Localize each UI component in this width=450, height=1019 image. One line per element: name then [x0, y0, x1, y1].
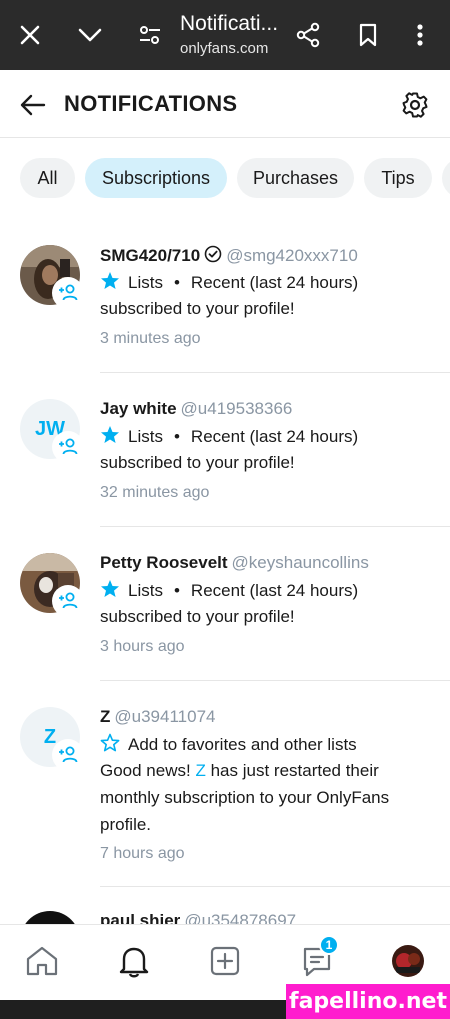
- user-name[interactable]: Petty Roosevelt: [100, 553, 228, 572]
- user-name[interactable]: SMG420/710: [100, 246, 200, 265]
- watermark: fapellino.net: [286, 984, 450, 1019]
- user-link[interactable]: Z: [195, 761, 205, 780]
- tab-all[interactable]: All: [20, 158, 75, 198]
- back-arrow-icon[interactable]: [16, 88, 50, 122]
- more-vertical-icon[interactable]: [400, 15, 440, 55]
- tab-subscriptions[interactable]: Subscriptions: [85, 158, 227, 198]
- user-handle[interactable]: @keyshauncollins: [232, 553, 369, 572]
- tab-more-partial[interactable]: [442, 158, 450, 198]
- notification-time: 3 hours ago: [100, 638, 185, 655]
- list-detail: Recent (last 24 hours): [190, 581, 359, 600]
- user-name[interactable]: Z: [100, 707, 110, 726]
- notification-text: subscribed to your profile!: [100, 453, 295, 472]
- bookmark-icon[interactable]: [348, 15, 388, 55]
- tune-icon[interactable]: [130, 15, 170, 55]
- lists-label: Lists: [128, 273, 163, 292]
- browser-toolbar: Notificati... onlyfans.com: [0, 0, 450, 70]
- subscriber-icon: [52, 585, 84, 617]
- tab-purchases[interactable]: Purchases: [237, 158, 354, 198]
- verified-icon: [204, 245, 222, 268]
- notification-item[interactable]: Z Z @u39411074 Add to favorites and other…: [0, 692, 450, 887]
- avatar[interactable]: [20, 911, 80, 924]
- divider: [100, 526, 450, 527]
- subscriber-icon: [52, 431, 84, 463]
- user-name[interactable]: Jay white: [100, 399, 177, 418]
- page-header: NOTIFICATIONS: [0, 70, 450, 138]
- user-handle[interactable]: @smg420xxx710: [226, 246, 358, 265]
- add-to-lists-row[interactable]: Add to favorites and other lists: [100, 733, 357, 757]
- notification-item[interactable]: JW Jay white @u419538366 Lists • Recent (…: [0, 384, 450, 529]
- list-row[interactable]: Lists • Recent (last 24 hours): [100, 271, 358, 295]
- add-to-lists-label: Add to favorites and other lists: [128, 735, 357, 754]
- add-post-icon[interactable]: [203, 939, 247, 983]
- star-filled-icon: [100, 425, 128, 449]
- notification-time: 32 minutes ago: [100, 484, 210, 501]
- profile-avatar[interactable]: [386, 939, 430, 983]
- divider: [100, 680, 450, 681]
- subscriber-icon: [52, 739, 84, 771]
- list-row[interactable]: Lists • Recent (last 24 hours): [100, 425, 358, 449]
- notification-item[interactable]: paul shier @u354878697: [0, 896, 450, 924]
- notification-filter-tabs: All Subscriptions Purchases Tips: [0, 138, 450, 220]
- subscriber-icon: [52, 277, 84, 309]
- messages-badge: 1: [319, 935, 339, 955]
- page-title: NOTIFICATIONS: [64, 91, 238, 116]
- user-handle[interactable]: @u354878697: [184, 911, 296, 924]
- share-icon[interactable]: [288, 15, 328, 55]
- browser-page-title[interactable]: Notificati...: [180, 12, 278, 36]
- notification-text: subscribed to your profile!: [100, 607, 295, 626]
- notification-time: 3 minutes ago: [100, 330, 201, 347]
- divider: [100, 886, 450, 887]
- notification-time: 7 hours ago: [100, 845, 185, 862]
- home-icon[interactable]: [20, 939, 64, 983]
- list-detail: Recent (last 24 hours): [190, 427, 359, 446]
- divider: [100, 372, 450, 373]
- messages-icon[interactable]: 1: [295, 935, 339, 983]
- list-row[interactable]: Lists • Recent (last 24 hours): [100, 579, 358, 603]
- notification-text: subscribed to your profile!: [100, 299, 295, 318]
- bell-icon[interactable]: [112, 939, 156, 983]
- star-filled-icon: [100, 579, 128, 603]
- star-outline-icon: [100, 733, 128, 757]
- list-detail: Recent (last 24 hours): [190, 273, 359, 292]
- gear-icon[interactable]: [398, 88, 432, 122]
- star-filled-icon: [100, 271, 128, 295]
- chevron-down-icon[interactable]: [70, 15, 110, 55]
- notification-item[interactable]: Petty Roosevelt @keyshauncollins Lists • …: [0, 538, 450, 683]
- notification-text: Good news! Z has just restarted their mo…: [100, 761, 390, 834]
- user-handle[interactable]: @u419538366: [181, 399, 293, 418]
- browser-domain[interactable]: onlyfans.com: [180, 40, 268, 57]
- notification-item[interactable]: SMG420/710 @smg420xxx710 Lists • Recent (…: [0, 230, 450, 375]
- close-icon[interactable]: [10, 15, 50, 55]
- lists-label: Lists: [128, 581, 163, 600]
- lists-label: Lists: [128, 427, 163, 446]
- tab-tips[interactable]: Tips: [364, 158, 432, 198]
- user-name[interactable]: paul shier: [100, 911, 180, 924]
- user-handle[interactable]: @u39411074: [114, 707, 215, 726]
